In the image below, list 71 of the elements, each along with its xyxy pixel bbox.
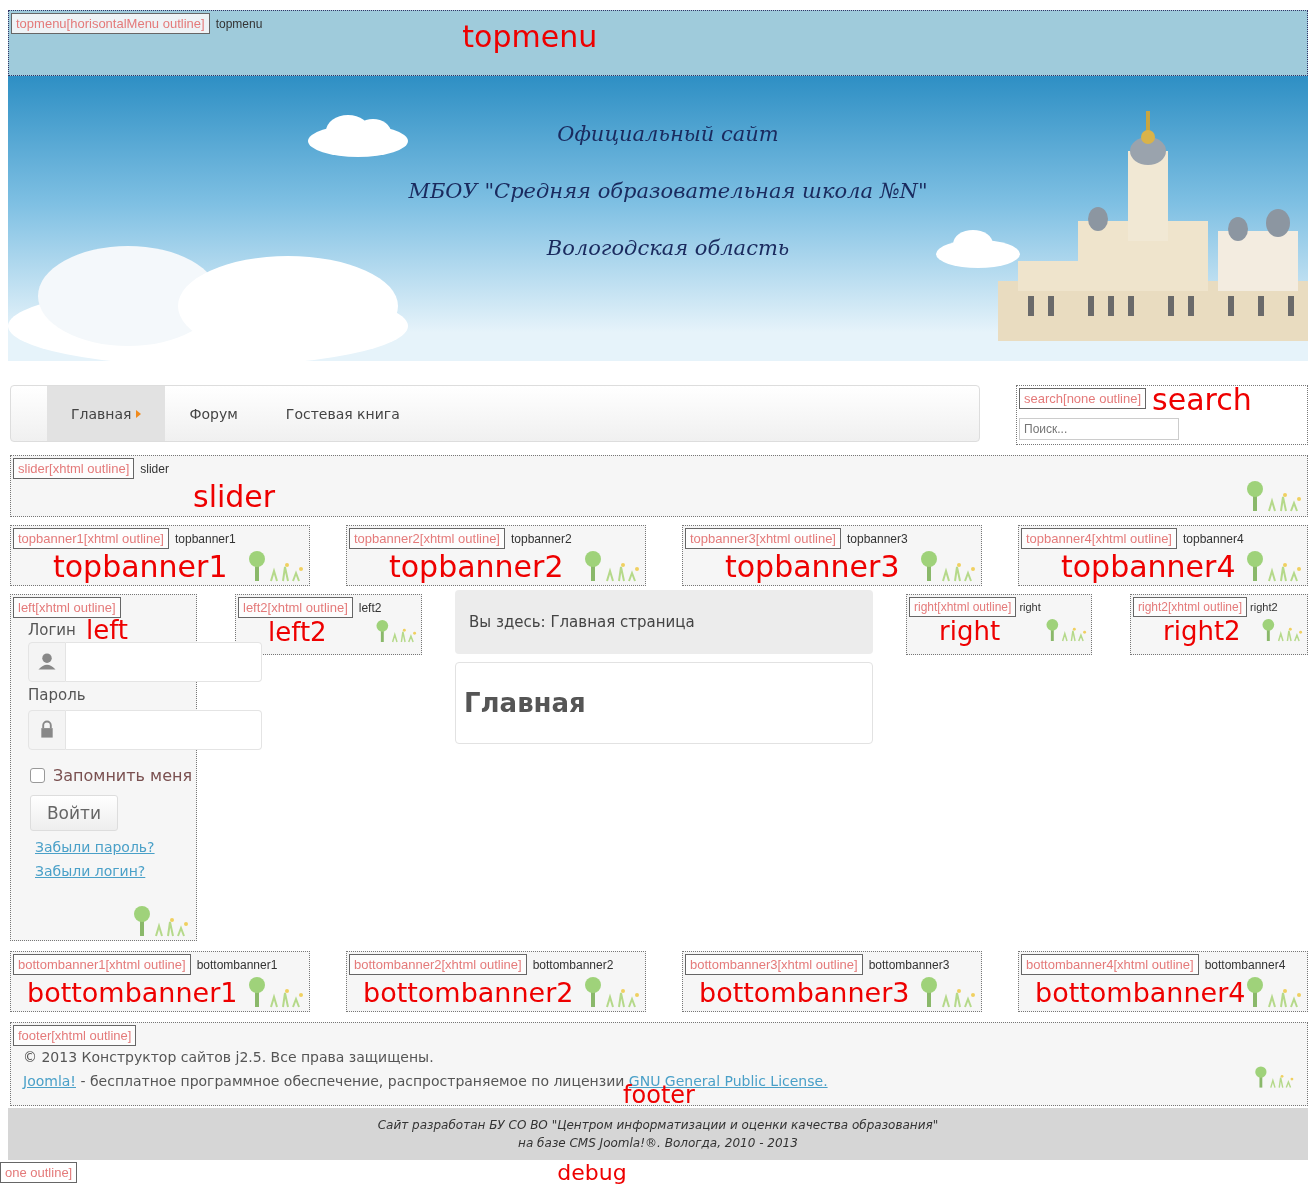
position-tag: bottombanner4[xhtml outline] — [1021, 954, 1199, 975]
lock-icon — [28, 710, 66, 750]
position-tag: topbanner2[xhtml outline] — [349, 528, 505, 549]
position-label: bottombanner4 — [1035, 977, 1246, 1009]
forgot-link[interactable]: Забыли логин? — [35, 863, 196, 879]
password-label: Пароль — [28, 686, 87, 704]
position-tag: topbanner3[xhtml outline] — [685, 528, 841, 549]
copyright-text: © 2013 Конструктор сайтов j2.5. Все права защищены. — [23, 1049, 435, 1065]
module-title: bottombanner1 — [196, 957, 278, 972]
position-tag: topmenu[horisontalMenu outline] — [11, 13, 210, 34]
module-title: topmenu — [215, 16, 263, 31]
module-title: right — [1019, 600, 1041, 613]
article-title: Главная — [464, 688, 586, 718]
position-label: slider — [193, 481, 276, 513]
menu-item[interactable]: Главная — [47, 386, 166, 441]
remember-label: Запомнить меня — [53, 766, 193, 785]
module-title: bottombanner4 — [1204, 957, 1286, 972]
password-field[interactable] — [66, 710, 262, 750]
site-title-line: МБОУ "Средняя образовательная школа №N" — [408, 178, 928, 205]
position-tag: one outline] — [0, 1162, 78, 1183]
position-tag: topbanner4[xhtml outline] — [1021, 528, 1177, 549]
position-label: bottombanner3 — [699, 977, 910, 1009]
position-tag: footer[xhtml outline] — [13, 1025, 137, 1046]
menu-item[interactable]: Форум — [165, 386, 262, 441]
position-label: topbanner2 — [389, 551, 564, 583]
position-tag: left[xhtml outline] — [13, 597, 121, 618]
position-label: right — [939, 615, 1001, 647]
position-tag: search[none outline] — [1019, 388, 1147, 409]
module-title: topbanner3 — [847, 531, 908, 546]
position-label: search — [1152, 386, 1252, 416]
position-label: topmenu — [462, 21, 598, 53]
license-link[interactable]: Joomla! — [23, 1073, 76, 1089]
module-title: slider — [140, 461, 169, 476]
position-label: debug — [557, 1162, 627, 1184]
position-tag: right2[xhtml outline] — [1133, 597, 1248, 617]
login-field[interactable] — [66, 642, 262, 682]
login-button[interactable]: Войти — [30, 795, 118, 831]
login-label: Логин — [28, 621, 76, 639]
module-title: bottombanner3 — [868, 957, 950, 972]
breadcrumb: Вы здесь: Главная страница — [455, 590, 873, 654]
position-tag: left2[xhtml outline] — [238, 597, 353, 618]
position-tag: bottombanner1[xhtml outline] — [13, 954, 191, 975]
position-tag: right[xhtml outline] — [909, 597, 1017, 617]
position-label: topbanner3 — [725, 551, 900, 583]
module-title: topbanner2 — [511, 531, 572, 546]
position-tag: topbanner1[xhtml outline] — [13, 528, 169, 549]
position-label: left2 — [268, 616, 327, 648]
position-tag: bottombanner2[xhtml outline] — [349, 954, 527, 975]
position-label: left — [85, 615, 129, 646]
credits-text: на базе CMS Joomla!®. Вологда, 2010 - 2013 — [518, 1136, 798, 1150]
position-label: bottombanner2 — [363, 977, 574, 1009]
forgot-link[interactable]: Забыли пароль? — [35, 839, 196, 855]
module-title: topbanner1 — [175, 531, 236, 546]
caret-icon — [136, 409, 142, 418]
module-title: left2 — [358, 600, 382, 615]
remember-checkbox[interactable] — [30, 768, 45, 783]
module-title: bottombanner2 — [532, 957, 614, 972]
position-label: topbanner4 — [1061, 551, 1236, 583]
search-field[interactable]: Поиск... — [1019, 418, 1179, 440]
user-icon — [28, 642, 66, 682]
position-label: bottombanner1 — [27, 977, 238, 1009]
menu-item[interactable]: Гостевая книга — [261, 386, 424, 441]
module-title: right2 — [1250, 600, 1278, 613]
position-label: topbanner1 — [53, 551, 228, 583]
site-title-line: Официальный сайт — [557, 121, 779, 148]
module-title: topbanner4 — [1183, 531, 1244, 546]
position-tag: bottombanner3[xhtml outline] — [685, 954, 863, 975]
site-title-line: Вологодская область — [546, 235, 790, 262]
position-tag: slider[xhtml outline] — [13, 458, 135, 479]
credits-text: Сайт разработан БУ СО ВО "Центром информатизации и оценки качества образования" — [377, 1118, 939, 1132]
position-label: right2 — [1163, 615, 1241, 647]
